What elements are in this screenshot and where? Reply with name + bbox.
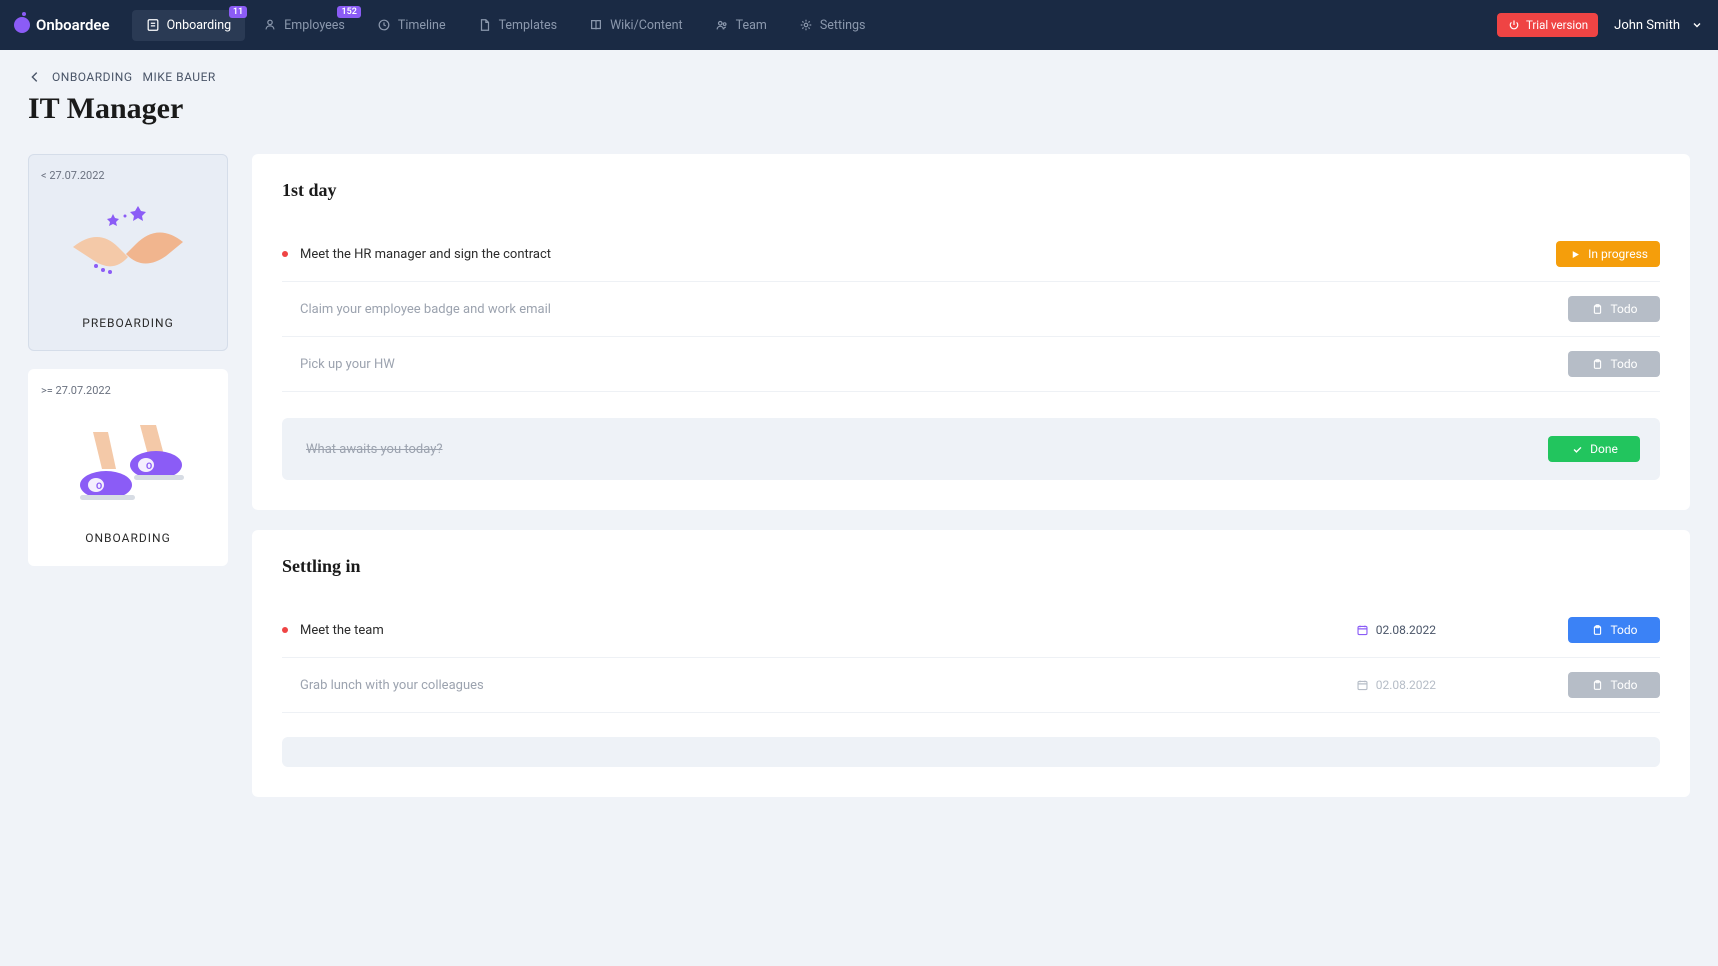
nav-timeline[interactable]: Timeline — [363, 10, 460, 41]
breadcrumb-child[interactable]: MIKE BAUER — [143, 70, 216, 84]
status-label: Todo — [1610, 357, 1637, 371]
phase-card-preboarding[interactable]: < 27.07.2022 PREBOARDING — [28, 154, 228, 351]
calendar-icon — [1356, 678, 1370, 692]
team-icon — [715, 18, 729, 32]
breadcrumb-parent[interactable]: ONBOARDING — [52, 70, 133, 84]
top-nav: Onboardee Onboarding 11 Employees 152 Ti… — [0, 0, 1718, 50]
book-icon — [589, 18, 603, 32]
nav-label: Employees — [284, 18, 345, 33]
task-row[interactable]: Meet the HR manager and sign the contrac… — [282, 227, 1660, 282]
nav-team[interactable]: Team — [701, 10, 781, 41]
section-1st-day: 1st day Meet the HR manager and sign the… — [252, 154, 1690, 510]
priority-dot-icon — [282, 306, 288, 312]
task-text: Claim your employee badge and work email — [300, 302, 1556, 317]
priority-dot-icon — [282, 682, 288, 688]
date-text: 02.08.2022 — [1376, 678, 1436, 692]
task-row[interactable]: Pick up your HW Todo — [282, 337, 1660, 392]
task-text: Meet the HR manager and sign the contrac… — [300, 247, 1544, 262]
status-label: Todo — [1610, 302, 1637, 316]
gear-icon — [799, 18, 813, 32]
status-label: Todo — [1610, 623, 1637, 637]
chevron-down-icon — [1690, 18, 1704, 32]
logo-icon — [14, 17, 30, 33]
phase-date: >= 27.07.2022 — [41, 384, 111, 397]
trial-label: Trial version — [1526, 18, 1588, 32]
nav-label: Team — [736, 18, 767, 33]
calendar-icon — [1356, 623, 1370, 637]
phase-label: PREBOARDING — [82, 316, 174, 330]
nav-label: Settings — [820, 18, 866, 33]
status-label: Todo — [1610, 678, 1637, 692]
done-task-row[interactable]: What awaits you today? Done — [282, 418, 1660, 480]
clipboard-icon — [1590, 302, 1604, 316]
user-menu[interactable]: John Smith — [1614, 18, 1704, 33]
nav-items: Onboarding 11 Employees 152 Timeline Tem… — [132, 10, 880, 41]
clipboard-icon — [1590, 357, 1604, 371]
status-button-todo[interactable]: Todo — [1568, 351, 1660, 377]
nav-label: Timeline — [398, 18, 446, 33]
nav-label: Wiki/Content — [610, 18, 683, 33]
back-arrow-icon[interactable] — [28, 70, 42, 84]
breadcrumb: ONBOARDING MIKE BAUER — [28, 70, 1690, 84]
phase-card-onboarding[interactable]: >= 27.07.2022 O O ONBOARDING — [28, 369, 228, 566]
status-button-todo[interactable]: Todo — [1568, 672, 1660, 698]
main-layout: < 27.07.2022 PREBOARDING >= 27.07.2022 — [0, 138, 1718, 837]
trial-version-button[interactable]: Trial version — [1497, 13, 1598, 37]
main-column: 1st day Meet the HR manager and sign the… — [252, 154, 1690, 797]
status-label: Done — [1590, 442, 1618, 456]
date-text: 02.08.2022 — [1376, 623, 1436, 637]
status-label: In progress — [1588, 247, 1648, 261]
user-name: John Smith — [1614, 18, 1680, 33]
handshake-illustration — [58, 192, 198, 302]
user-icon — [263, 18, 277, 32]
status-button-done[interactable]: Done — [1548, 436, 1640, 462]
nav-onboarding[interactable]: Onboarding 11 — [132, 10, 246, 41]
task-date: 02.08.2022 — [1356, 623, 1436, 637]
section-settling-in: Settling in Meet the team 02.08.2022 Tod… — [252, 530, 1690, 797]
nav-wiki[interactable]: Wiki/Content — [575, 10, 697, 41]
nav-label: Onboarding — [167, 18, 232, 33]
nav-badge: 11 — [229, 6, 247, 18]
page-header: ONBOARDING MIKE BAUER IT Manager — [0, 50, 1718, 138]
task-text: Meet the team — [300, 623, 1344, 638]
svg-text:O: O — [96, 482, 102, 492]
priority-dot-icon — [282, 361, 288, 367]
task-row[interactable]: Meet the team 02.08.2022 Todo — [282, 603, 1660, 658]
nav-badge: 152 — [337, 6, 360, 18]
document-icon — [478, 18, 492, 32]
status-button-todo[interactable]: Todo — [1568, 617, 1660, 643]
checklist-icon — [146, 18, 160, 32]
nav-label: Templates — [499, 18, 557, 33]
nav-settings[interactable]: Settings — [785, 10, 880, 41]
status-button-in-progress[interactable]: In progress — [1556, 241, 1660, 267]
priority-dot-icon — [282, 251, 288, 257]
svg-text:O: O — [146, 462, 152, 472]
walking-illustration: O O — [58, 407, 198, 517]
empty-done-block — [282, 737, 1660, 767]
clipboard-icon — [1590, 623, 1604, 637]
status-button-todo[interactable]: Todo — [1568, 296, 1660, 322]
clipboard-icon — [1590, 678, 1604, 692]
phase-label: ONBOARDING — [85, 531, 171, 545]
task-row[interactable]: Claim your employee badge and work email… — [282, 282, 1660, 337]
play-icon — [1568, 247, 1582, 261]
phase-date: < 27.07.2022 — [41, 169, 105, 182]
priority-dot-icon — [282, 627, 288, 633]
task-text: Grab lunch with your colleagues — [300, 678, 1344, 693]
section-title: 1st day — [282, 180, 1660, 201]
nav-employees[interactable]: Employees 152 — [249, 10, 359, 41]
phase-sidebar: < 27.07.2022 PREBOARDING >= 27.07.2022 — [28, 154, 228, 566]
check-icon — [1570, 442, 1584, 456]
task-row[interactable]: Grab lunch with your colleagues 02.08.20… — [282, 658, 1660, 713]
brand-name: Onboardee — [36, 16, 110, 34]
power-icon — [1507, 18, 1521, 32]
logo[interactable]: Onboardee — [14, 16, 110, 34]
nav-templates[interactable]: Templates — [464, 10, 571, 41]
page-title: IT Manager — [28, 92, 1690, 126]
clock-icon — [377, 18, 391, 32]
task-date: 02.08.2022 — [1356, 678, 1436, 692]
section-title: Settling in — [282, 556, 1660, 577]
task-text: Pick up your HW — [300, 357, 1556, 372]
task-text: What awaits you today? — [306, 442, 1548, 457]
